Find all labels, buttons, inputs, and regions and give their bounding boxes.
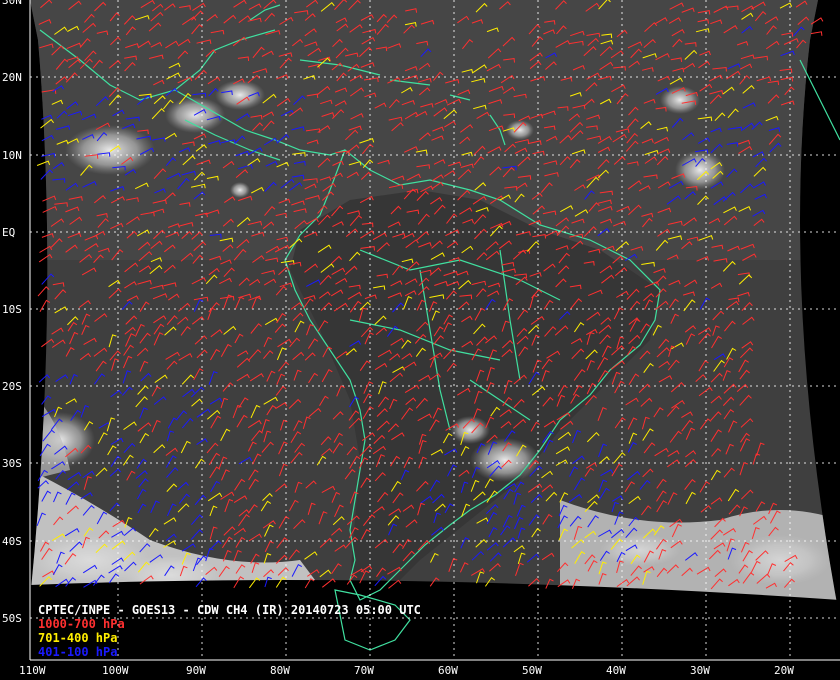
cloud-patch <box>506 120 534 140</box>
map-title-block: CPTEC/INPE - GOES13 - CDW CH4 (IR) 20140… <box>38 603 421 659</box>
lon-label: 70W <box>354 664 374 677</box>
lon-label: 30W <box>690 664 710 677</box>
lat-label: 40S <box>2 535 22 548</box>
lon-label: 80W <box>270 664 290 677</box>
lon-label: 20W <box>774 664 794 677</box>
lat-label: 50S <box>2 612 22 625</box>
lat-label: 20S <box>2 380 22 393</box>
cloud-patch <box>65 125 155 175</box>
legend-high-level: 401-100 hPa <box>38 645 118 659</box>
cloud-patch <box>230 182 250 198</box>
satellite-image <box>30 0 840 660</box>
lat-label: 10S <box>2 303 22 316</box>
lat-label: 20N <box>2 71 22 84</box>
lat-label: 10N <box>2 149 22 162</box>
map-canvas: 30N 20N 10N EQ 10S 20S 30S 40S 50S 110W 100W 90W 80… <box>2 0 840 680</box>
lon-label: 100W <box>102 664 129 677</box>
latitude-labels: 30N 20N 10N EQ 10S 20S 30S 40S 50S <box>2 0 22 625</box>
cloud-patch <box>450 416 490 444</box>
legend-mid-level: 701-400 hPa <box>38 631 118 645</box>
lon-label: 50W <box>522 664 542 677</box>
lat-label: 30N <box>2 0 22 7</box>
lat-label: 30S <box>2 457 22 470</box>
lon-label: 90W <box>186 664 206 677</box>
lon-label: 110W <box>19 664 46 677</box>
lon-label: 40W <box>606 664 626 677</box>
lon-label: 60W <box>438 664 458 677</box>
cloud-patch <box>215 80 265 110</box>
legend-low-level: 1000-700 hPa <box>38 617 125 631</box>
lat-label: EQ <box>2 226 15 239</box>
satellite-wind-map: 30N 20N 10N EQ 10S 20S 30S 40S 50S 110W 100W 90W 80… <box>0 0 840 680</box>
wind-barb <box>810 31 823 36</box>
map-title: CPTEC/INPE - GOES13 - CDW CH4 (IR) 20140… <box>38 603 421 617</box>
